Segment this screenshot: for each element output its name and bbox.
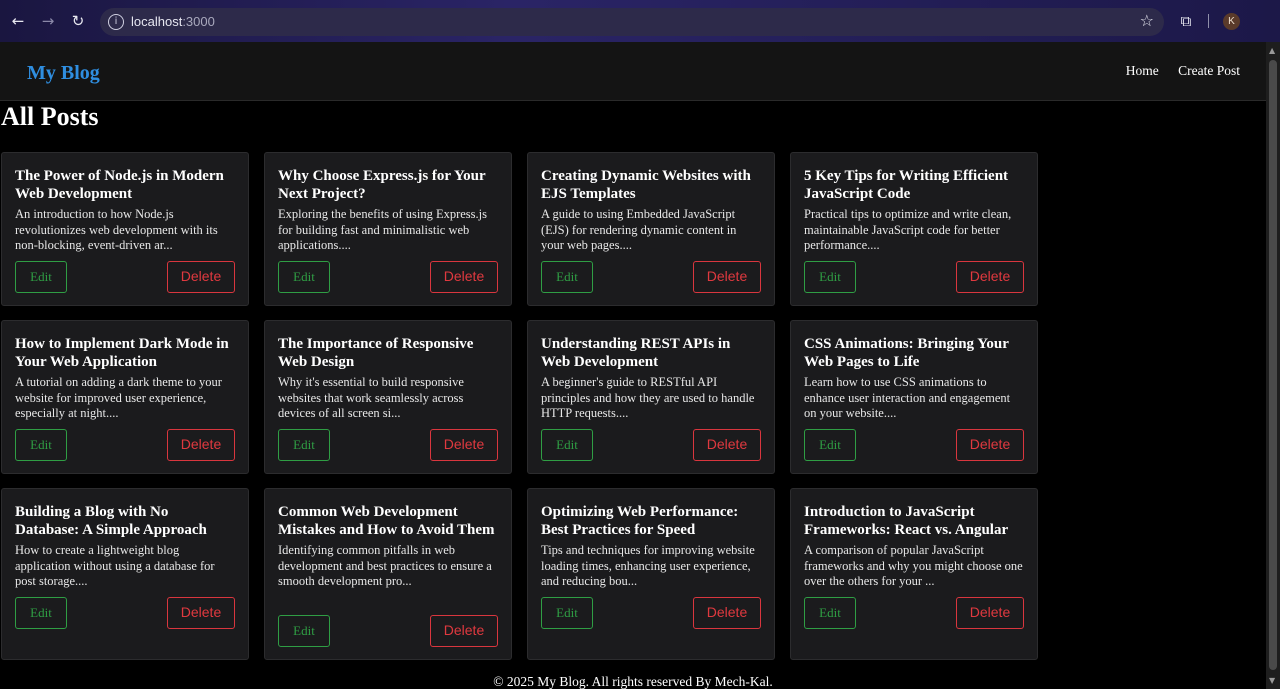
browser-toolbar: ← → ↻ i localhost:3000 ☆ ⧉ K <box>0 0 1280 43</box>
post-actions: Edit Delete <box>15 597 235 629</box>
post-excerpt: A tutorial on adding a dark theme to you… <box>15 375 222 420</box>
delete-button[interactable]: Delete <box>430 261 498 293</box>
delete-button[interactable]: Delete <box>430 429 498 461</box>
post-actions: Edit Delete <box>804 261 1024 293</box>
post-excerpt: A beginner's guide to RESTful API princi… <box>541 375 755 420</box>
post-card: Introduction to JavaScript Frameworks: R… <box>790 488 1038 660</box>
edit-button[interactable]: Edit <box>15 261 67 293</box>
post-card: Building a Blog with No Database: A Simp… <box>1 488 249 660</box>
post-title: How to Implement Dark Mode in Your Web A… <box>15 336 229 370</box>
delete-button[interactable]: Delete <box>430 615 498 647</box>
site-info-icon[interactable]: i <box>108 14 124 30</box>
post-title: CSS Animations: Bringing Your Web Pages … <box>804 336 1009 370</box>
url-text[interactable]: localhost:3000 <box>131 14 215 29</box>
page-viewport: My Blog Home Create Post All Posts The P… <box>0 42 1266 689</box>
post-card: CSS Animations: Bringing Your Web Pages … <box>790 320 1038 474</box>
forward-icon[interactable]: → <box>38 11 58 31</box>
delete-button[interactable]: Delete <box>693 597 761 629</box>
edit-button[interactable]: Edit <box>15 597 67 629</box>
post-excerpt: Tips and techniques for improving websit… <box>541 543 755 588</box>
post-actions: Edit Delete <box>804 429 1024 461</box>
scrollbar-thumb[interactable] <box>1269 60 1277 670</box>
nav-home-link[interactable]: Home <box>1126 63 1159 78</box>
address-bar[interactable]: i localhost:3000 ☆ <box>100 8 1164 36</box>
post-title: Understanding REST APIs in Web Developme… <box>541 336 731 370</box>
post-actions: Edit Delete <box>278 261 498 293</box>
post-title: Why Choose Express.js for Your Next Proj… <box>278 168 486 202</box>
post-card: The Power of Node.js in Modern Web Devel… <box>1 152 249 306</box>
edit-button[interactable]: Edit <box>804 597 856 629</box>
delete-button[interactable]: Delete <box>956 429 1024 461</box>
post-excerpt: Identifying common pitfalls in web devel… <box>278 543 492 588</box>
post-excerpt: Why it's essential to build responsive w… <box>278 375 464 420</box>
delete-button[interactable]: Delete <box>956 597 1024 629</box>
post-actions: Edit Delete <box>541 261 761 293</box>
post-card: Why Choose Express.js for Your Next Proj… <box>264 152 512 306</box>
post-card: Creating Dynamic Websites with EJS Templ… <box>527 152 775 306</box>
delete-button[interactable]: Delete <box>693 261 761 293</box>
post-title: The Power of Node.js in Modern Web Devel… <box>15 168 224 202</box>
post-title: 5 Key Tips for Writing Efficient JavaScr… <box>804 168 1009 202</box>
post-actions: Edit Delete <box>15 261 235 293</box>
back-icon[interactable]: ← <box>8 11 28 31</box>
extensions-icon[interactable]: ⧉ <box>1176 11 1196 31</box>
post-card: 5 Key Tips for Writing Efficient JavaScr… <box>790 152 1038 306</box>
delete-button[interactable]: Delete <box>167 261 235 293</box>
post-title: Building a Blog with No Database: A Simp… <box>15 504 207 538</box>
delete-button[interactable]: Delete <box>167 429 235 461</box>
edit-button[interactable]: Edit <box>541 597 593 629</box>
post-card: Common Web Development Mistakes and How … <box>264 488 512 660</box>
post-excerpt: A guide to using Embedded JavaScript (EJ… <box>541 207 737 252</box>
toolbar-divider <box>1208 14 1209 28</box>
post-title: Creating Dynamic Websites with EJS Templ… <box>541 168 751 202</box>
post-title: Common Web Development Mistakes and How … <box>278 504 495 538</box>
post-actions: Edit Delete <box>804 597 1024 629</box>
post-excerpt: Learn how to use CSS animations to enhan… <box>804 375 1011 420</box>
delete-button[interactable]: Delete <box>693 429 761 461</box>
edit-button[interactable]: Edit <box>541 261 593 293</box>
post-actions: Edit Delete <box>278 429 498 461</box>
edit-button[interactable]: Edit <box>278 429 330 461</box>
post-excerpt: Practical tips to optimize and write cle… <box>804 207 1012 252</box>
scroll-down-icon[interactable]: ▼ <box>1269 676 1275 685</box>
site-footer: © 2025 My Blog. All rights reserved By M… <box>493 674 773 689</box>
post-title: The Importance of Responsive Web Design <box>278 336 474 370</box>
reload-icon[interactable]: ↻ <box>68 11 88 31</box>
edit-button[interactable]: Edit <box>15 429 67 461</box>
post-actions: Edit Delete <box>15 429 235 461</box>
post-actions: Edit Delete <box>541 429 761 461</box>
post-title: Optimizing Web Performance: Best Practic… <box>541 504 739 538</box>
bookmark-star-icon[interactable]: ☆ <box>1140 11 1154 30</box>
post-actions: Edit Delete <box>541 597 761 629</box>
edit-button[interactable]: Edit <box>804 429 856 461</box>
post-card: The Importance of Responsive Web Design W… <box>264 320 512 474</box>
page-title: All Posts <box>1 102 99 131</box>
post-card: How to Implement Dark Mode in Your Web A… <box>1 320 249 474</box>
edit-button[interactable]: Edit <box>541 429 593 461</box>
profile-avatar[interactable]: K <box>1223 13 1240 30</box>
delete-button[interactable]: Delete <box>956 261 1024 293</box>
post-title: Introduction to JavaScript Frameworks: R… <box>804 504 1009 538</box>
page-scrollbar[interactable]: ▲ ▼ <box>1266 42 1280 689</box>
site-nav: Home Create Post <box>1110 63 1240 79</box>
edit-button[interactable]: Edit <box>278 615 330 647</box>
post-excerpt: How to create a lightweight blog applica… <box>15 543 215 588</box>
scroll-up-icon[interactable]: ▲ <box>1269 46 1275 55</box>
site-header: My Blog Home Create Post <box>0 42 1266 101</box>
nav-create-post-link[interactable]: Create Post <box>1178 63 1240 78</box>
delete-button[interactable]: Delete <box>167 597 235 629</box>
edit-button[interactable]: Edit <box>804 261 856 293</box>
post-card: Understanding REST APIs in Web Developme… <box>527 320 775 474</box>
post-excerpt: An introduction to how Node.js revolutio… <box>15 207 218 252</box>
post-card: Optimizing Web Performance: Best Practic… <box>527 488 775 660</box>
post-excerpt: A comparison of popular JavaScript frame… <box>804 543 1023 588</box>
site-logo[interactable]: My Blog <box>27 62 100 85</box>
edit-button[interactable]: Edit <box>278 261 330 293</box>
post-actions: Edit Delete <box>278 615 498 647</box>
post-excerpt: Exploring the benefits of using Express.… <box>278 207 487 252</box>
